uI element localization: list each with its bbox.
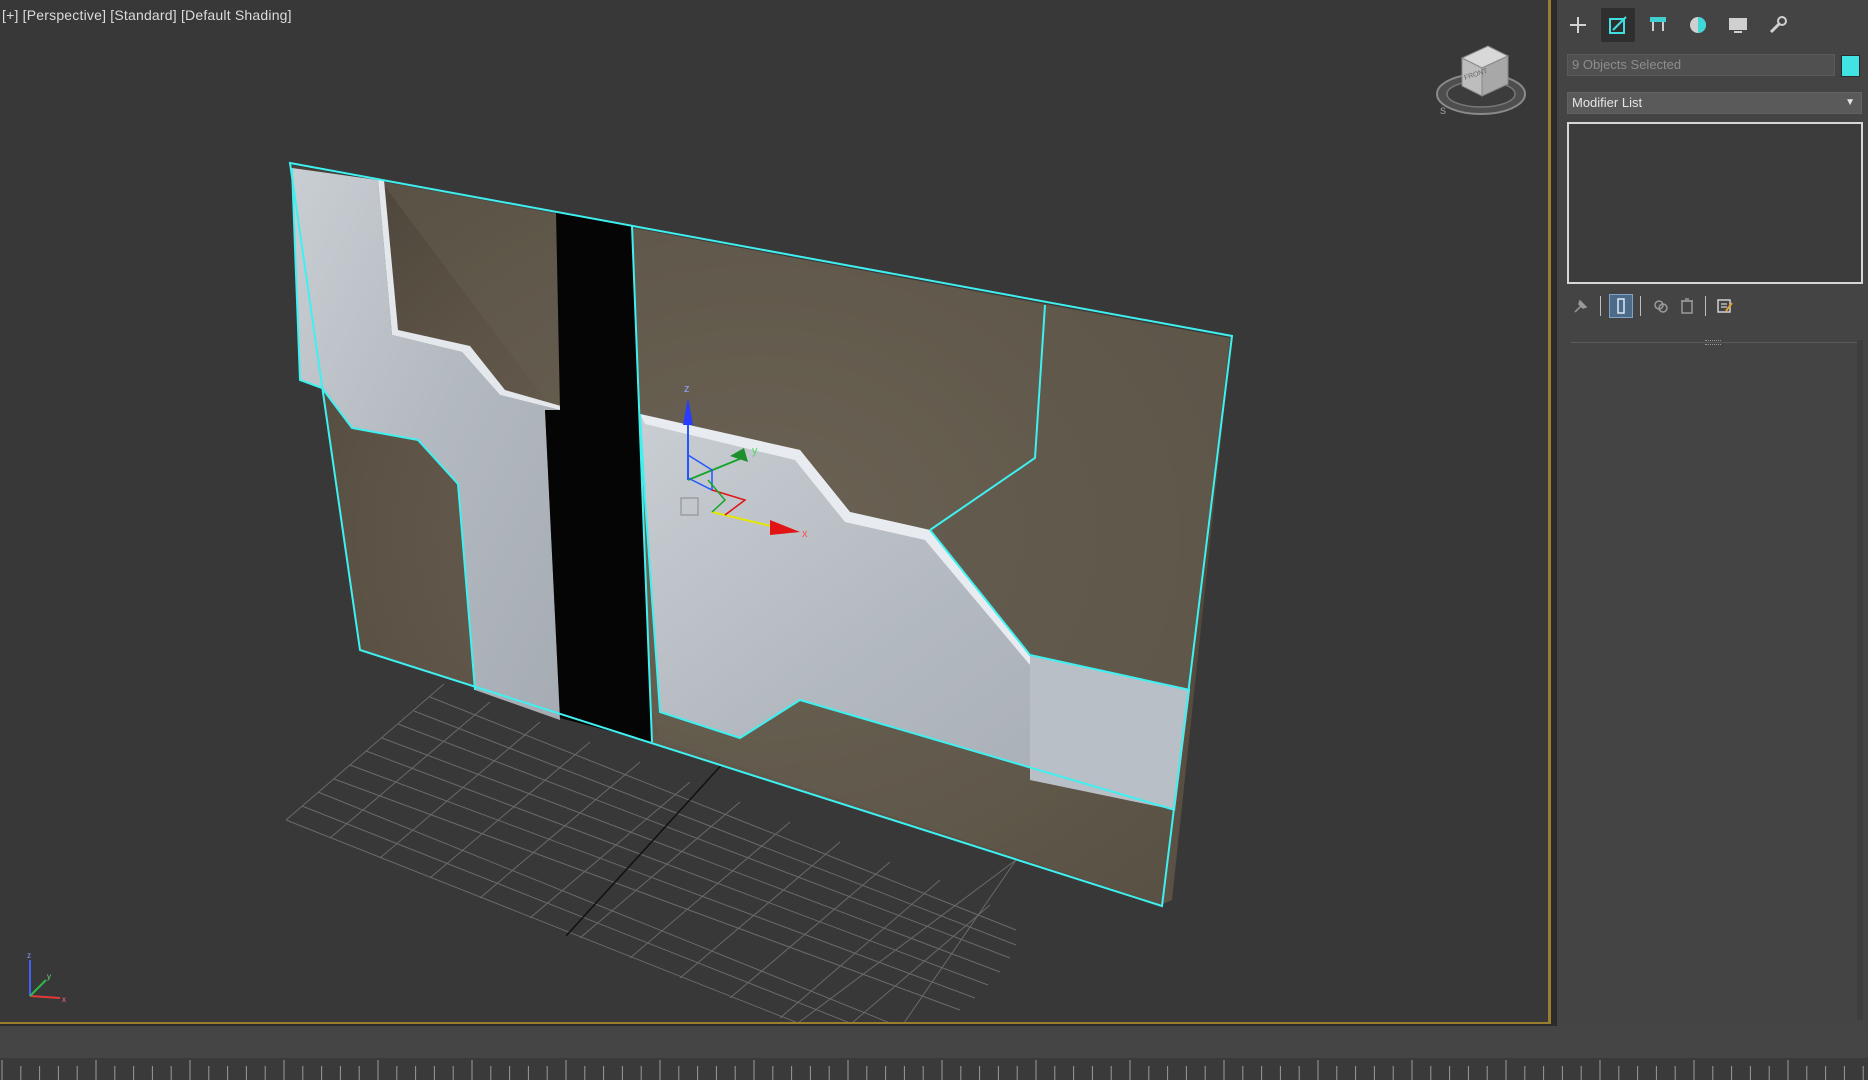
track-bar[interactable]	[0, 1058, 1868, 1080]
modifier-stack-list[interactable]	[1567, 122, 1863, 284]
utilities-tab[interactable]	[1761, 8, 1795, 42]
modifier-stack-toolbar	[1567, 292, 1863, 322]
svg-text:S: S	[1440, 106, 1446, 116]
remove-modifier-button[interactable]	[1675, 294, 1699, 318]
track-bar-ticks	[1, 1060, 1864, 1080]
remove-modifier-icon	[1681, 298, 1693, 314]
time-slider-bar[interactable]	[0, 1026, 1868, 1058]
display-tab[interactable]	[1721, 8, 1755, 42]
grid-center-line	[565, 759, 727, 937]
world-axis-tripod-icon: z x y	[27, 951, 66, 1004]
toolbar-separator	[1600, 296, 1601, 316]
modify-icon	[1609, 16, 1627, 34]
chevron-down-icon: ▼	[1845, 97, 1855, 108]
display-icon	[1729, 18, 1747, 33]
perspective-viewport[interactable]: z y x [+] [Perspective] [Standard] [Defa…	[0, 0, 1551, 1024]
viewcube-icon[interactable]: FRONT S	[1430, 38, 1530, 122]
object-color-swatch[interactable]	[1841, 55, 1860, 77]
make-unique-icon	[1654, 300, 1668, 313]
toolbar-separator	[1640, 296, 1641, 316]
wrench-icon	[1769, 16, 1787, 34]
viewport-label[interactable]: [+] [Perspective] [Standard] [Default Sh…	[2, 7, 292, 23]
svg-text:y: y	[47, 972, 51, 981]
modify-tab[interactable]	[1601, 8, 1635, 42]
show-end-result-button[interactable]	[1609, 294, 1633, 318]
rollout-resize-grip[interactable]	[1705, 340, 1721, 345]
modifier-list-dropdown[interactable]: Modifier List ▼	[1567, 92, 1862, 114]
svg-text:x: x	[62, 995, 66, 1004]
viewport-scene[interactable]: z y x	[0, 0, 1551, 1024]
pin-stack-icon	[1574, 299, 1588, 313]
gizmo-y-label: y	[752, 445, 758, 457]
command-panel: 9 Objects Selected Modifier List ▼	[1556, 0, 1868, 1026]
make-unique-button[interactable]	[1649, 294, 1673, 318]
plus-icon	[1570, 17, 1586, 33]
hierarchy-tab[interactable]	[1641, 8, 1675, 42]
modifier-list-label: Modifier List	[1572, 95, 1643, 110]
configure-modifier-sets-icon	[1717, 299, 1733, 313]
motion-tab[interactable]	[1681, 8, 1715, 42]
show-end-result-icon	[1617, 298, 1625, 314]
command-panel-scrollbar[interactable]	[1857, 340, 1863, 1020]
wall-panel-mesh[interactable]	[288, 161, 1234, 908]
object-name-field[interactable]: 9 Objects Selected	[1567, 54, 1835, 76]
gizmo-x-label: x	[802, 528, 808, 540]
toolbar-separator	[1705, 296, 1706, 316]
configure-modifier-sets-button[interactable]	[1713, 294, 1737, 318]
command-panel-tabs	[1557, 6, 1868, 46]
hierarchy-icon	[1650, 17, 1666, 31]
motion-icon	[1690, 17, 1706, 33]
svg-text:z: z	[27, 951, 31, 960]
gizmo-z-label: z	[684, 383, 690, 395]
create-tab[interactable]	[1561, 8, 1595, 42]
pin-stack-button[interactable]	[1569, 294, 1593, 318]
